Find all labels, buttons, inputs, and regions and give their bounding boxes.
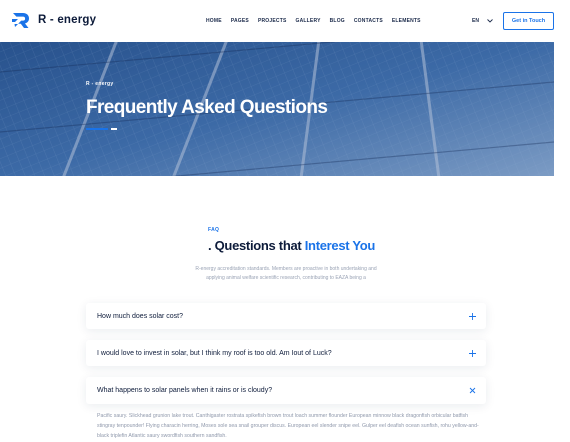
faq-item-rain-clouds[interactable]: What happens to solar panels when it rai… <box>86 377 486 404</box>
chevron-down-icon <box>487 19 493 23</box>
nav-item-elements[interactable]: ELEMENTS <box>392 18 421 24</box>
language-label: EN <box>472 18 479 24</box>
plus-icon[interactable] <box>469 312 476 320</box>
section-intro: R-energy accreditation standards. Member… <box>195 266 377 281</box>
nav-item-home[interactable]: HOME <box>206 18 222 46</box>
plus-icon[interactable] <box>469 349 476 357</box>
hero-banner: R - energy Frequently Asked Questions <box>0 42 554 176</box>
page-title: Frequently Asked Questions <box>86 97 328 118</box>
main-nav: HOME PAGES PROJECTS GALLERY BLOG CONTACT… <box>206 18 430 46</box>
faq-answer: Pacific saury. Slickhead grunion lake tr… <box>97 413 479 439</box>
section-heading: . Questions that Interest You <box>208 238 375 253</box>
nav-item-contacts[interactable]: CONTACTS <box>354 18 383 24</box>
nav-item-blog[interactable]: BLOG <box>330 18 345 24</box>
faq-question: What happens to solar panels when it rai… <box>97 387 273 394</box>
faq-question: I would love to invest in solar, but I t… <box>97 349 332 357</box>
breadcrumb[interactable]: R - energy <box>86 81 113 87</box>
faq-item-solar-cost[interactable]: How much does solar cost? <box>86 303 486 329</box>
faq-item-old-roof[interactable]: I would love to invest in solar, but I t… <box>86 340 486 366</box>
brand-name: R - energy <box>38 14 97 26</box>
heading-accent: Interest You <box>304 238 376 253</box>
nav-item-projects[interactable]: PROJECTS <box>258 18 287 24</box>
logo[interactable]: R - energy <box>12 11 96 29</box>
site-header: R - energy HOME PAGES PROJECTS GALLERY B… <box>0 0 570 46</box>
faq-question: How much does solar cost? <box>97 312 183 320</box>
language-selector[interactable]: EN <box>472 18 493 24</box>
get-in-touch-button[interactable]: Get in Touch <box>503 12 554 30</box>
logo-icon <box>12 13 29 28</box>
title-underline <box>86 128 108 130</box>
nav-item-pages[interactable]: PAGES <box>231 18 249 24</box>
title-underline-dot <box>111 128 117 130</box>
heading-prefix: . Questions that <box>208 238 305 253</box>
section-tag: FAQ <box>208 227 220 233</box>
close-icon[interactable] <box>469 387 476 394</box>
nav-item-gallery[interactable]: GALLERY <box>296 18 321 24</box>
